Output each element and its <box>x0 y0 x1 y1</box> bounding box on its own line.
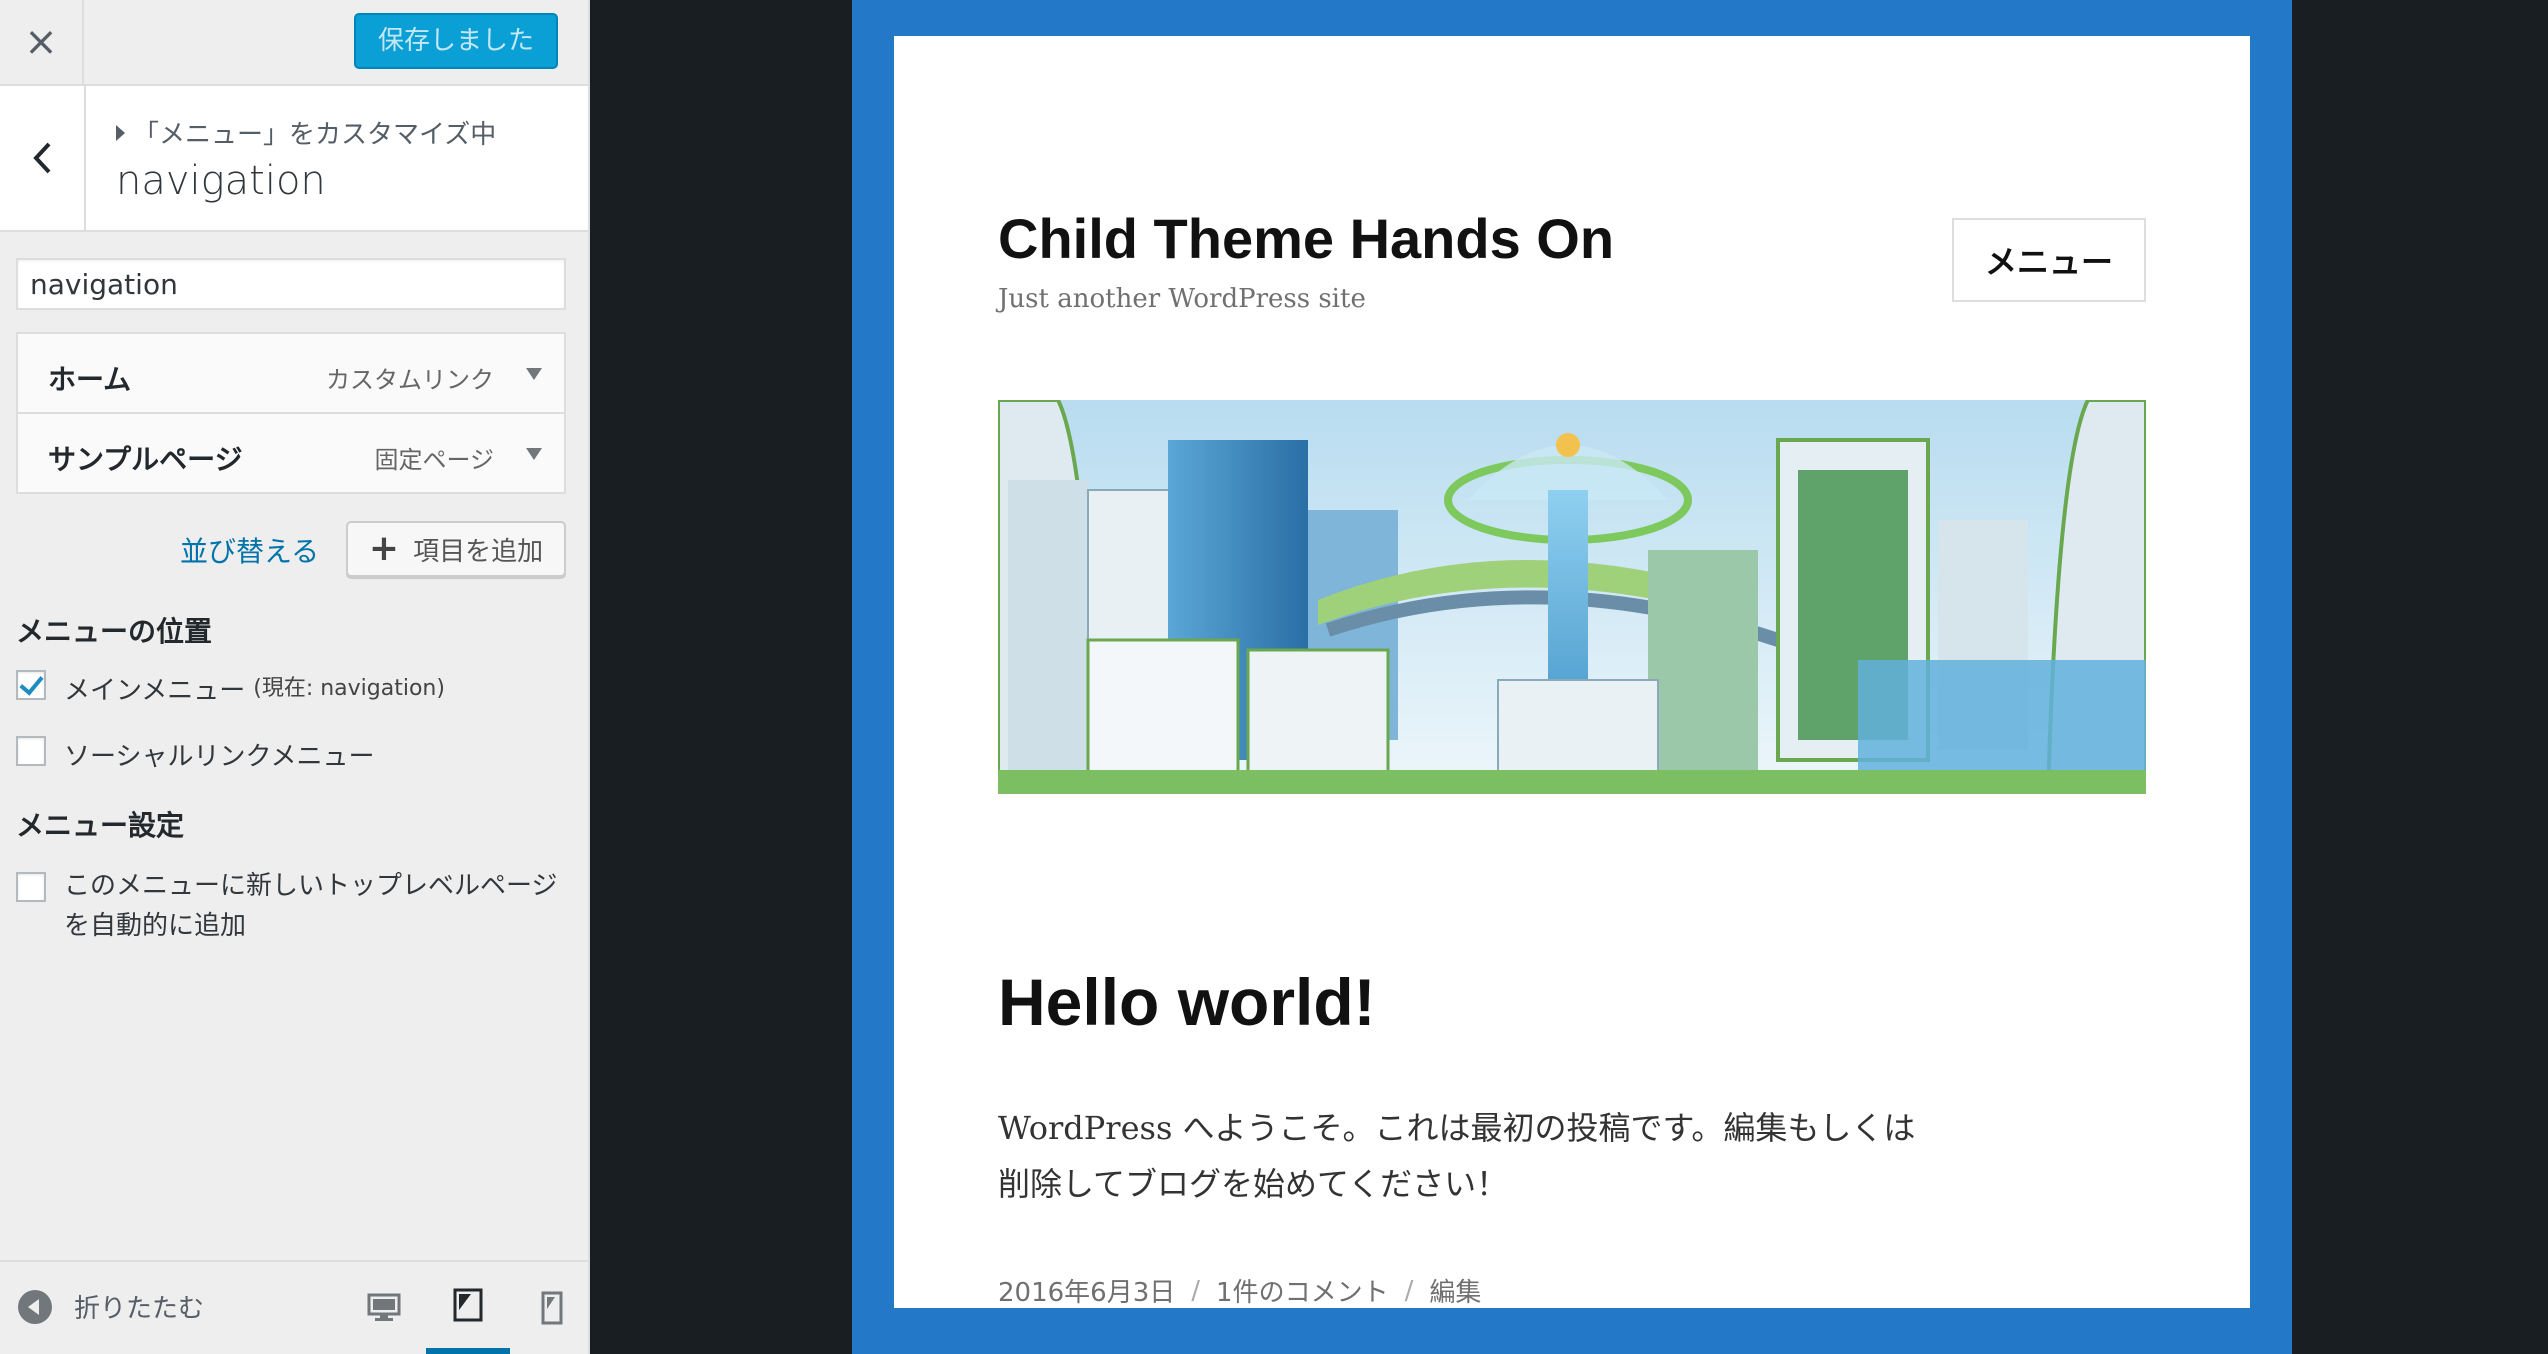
mobile-icon <box>541 1291 563 1325</box>
menu-item-type: カスタムリンク <box>326 366 494 394</box>
menu-item-title: ホーム <box>48 363 132 396</box>
chevron-left-icon <box>33 142 51 174</box>
auto-add-pages-label: このメニューに新しいトップレベルページを自動的に追加 <box>64 871 558 941</box>
header-image <box>998 400 2146 794</box>
panel-header: 「メニュー」をカスタマイズ中 navigation <box>0 86 588 232</box>
add-item-button[interactable]: + 項目を追加 <box>346 521 566 577</box>
customizer-footer: 折りたたむ <box>0 1260 588 1354</box>
preview-tablet-button[interactable] <box>426 1262 510 1354</box>
menu-item-home[interactable]: ホーム カスタムリンク <box>16 332 566 414</box>
location-main-menu[interactable]: メインメニュー (現在: navigation) <box>16 670 445 707</box>
preview-desktop-button[interactable] <box>342 1262 426 1354</box>
menu-item-sample-page[interactable]: サンプルページ 固定ページ <box>16 412 566 494</box>
city-illustration <box>998 400 2146 794</box>
meta-separator: / <box>1191 1275 1201 1306</box>
reorder-link[interactable]: 並び替える <box>180 530 319 570</box>
menu-item-type: 固定ページ <box>374 446 494 474</box>
back-button[interactable] <box>0 86 86 230</box>
breadcrumb: 「メニュー」をカスタマイズ中 <box>116 114 496 151</box>
preview-mobile-button[interactable] <box>510 1262 588 1354</box>
close-icon: × <box>24 19 58 65</box>
post-title[interactable]: Hello world! <box>998 964 1376 1040</box>
caret-right-icon <box>116 124 125 141</box>
site-title[interactable]: Child Theme Hands On <box>998 206 1614 271</box>
collapse-arrow-icon <box>18 1289 52 1324</box>
main-menu-label: メインメニュー <box>64 676 246 706</box>
caret-down-icon[interactable] <box>526 368 542 380</box>
site-preview: Child Theme Hands On Just another WordPr… <box>894 36 2250 1308</box>
menu-item-title: サンプルページ <box>48 443 243 476</box>
menu-name-input[interactable] <box>16 258 566 310</box>
post-edit-link[interactable]: 編集 <box>1429 1272 1481 1308</box>
social-menu-checkbox[interactable] <box>16 736 46 766</box>
close-customizer-button[interactable]: × <box>0 0 84 84</box>
post-date-link[interactable]: 2016年6月3日 <box>998 1272 1175 1308</box>
main-menu-current-note: (現在: navigation) <box>253 676 445 701</box>
tablet-icon <box>453 1288 483 1322</box>
customizer-sidebar: × 保存しました 「メニュー」をカスタマイズ中 navigation ホーム カ… <box>0 0 590 1354</box>
caret-down-icon[interactable] <box>526 448 542 460</box>
post-paragraph-line: WordPress へようこそ。これは最初の投稿です。編集もしくは <box>998 1109 1916 1147</box>
breadcrumb-label: 「メニュー」をカスタマイズ中 <box>133 120 497 150</box>
plus-icon: + <box>368 528 400 569</box>
add-item-label: 項目を追加 <box>413 536 544 567</box>
preview-frame: Child Theme Hands On Just another WordPr… <box>852 0 2292 1354</box>
collapse-label: 折りたたむ <box>74 1294 205 1324</box>
auto-add-pages-checkbox[interactable] <box>16 872 46 902</box>
save-button[interactable]: 保存しました <box>353 13 558 69</box>
desktop-icon <box>367 1293 401 1321</box>
panel-title: navigation <box>116 158 326 204</box>
post-paragraph-line: 削除してブログを始めてください！ <box>998 1165 1509 1203</box>
main-menu-checkbox[interactable] <box>16 670 46 700</box>
menu-settings-heading: メニュー設定 <box>16 809 185 842</box>
location-social-menu[interactable]: ソーシャルリンクメニュー <box>16 736 374 773</box>
site-tagline: Just another WordPress site <box>998 284 1366 314</box>
auto-add-pages-option[interactable]: このメニューに新しいトップレベルページを自動的に追加 <box>16 871 574 946</box>
collapse-sidebar-button[interactable]: 折りたたむ <box>18 1288 204 1325</box>
social-menu-label: ソーシャルリンクメニュー <box>64 742 375 772</box>
site-menu-button[interactable]: メニュー <box>1952 218 2146 302</box>
post-content: WordPress へようこそ。これは最初の投稿です。編集もしくは 削除してブロ… <box>998 1100 1958 1212</box>
meta-separator: / <box>1404 1275 1414 1306</box>
post-comments-link[interactable]: 1件のコメント <box>1216 1272 1389 1308</box>
menu-locations-heading: メニューの位置 <box>16 615 213 648</box>
post-meta: 2016年6月3日 / 1件のコメント / 編集 <box>998 1272 1481 1309</box>
customizer-header: × 保存しました <box>0 0 588 86</box>
menu-item-list: ホーム カスタムリンク サンプルページ 固定ページ <box>16 332 566 494</box>
